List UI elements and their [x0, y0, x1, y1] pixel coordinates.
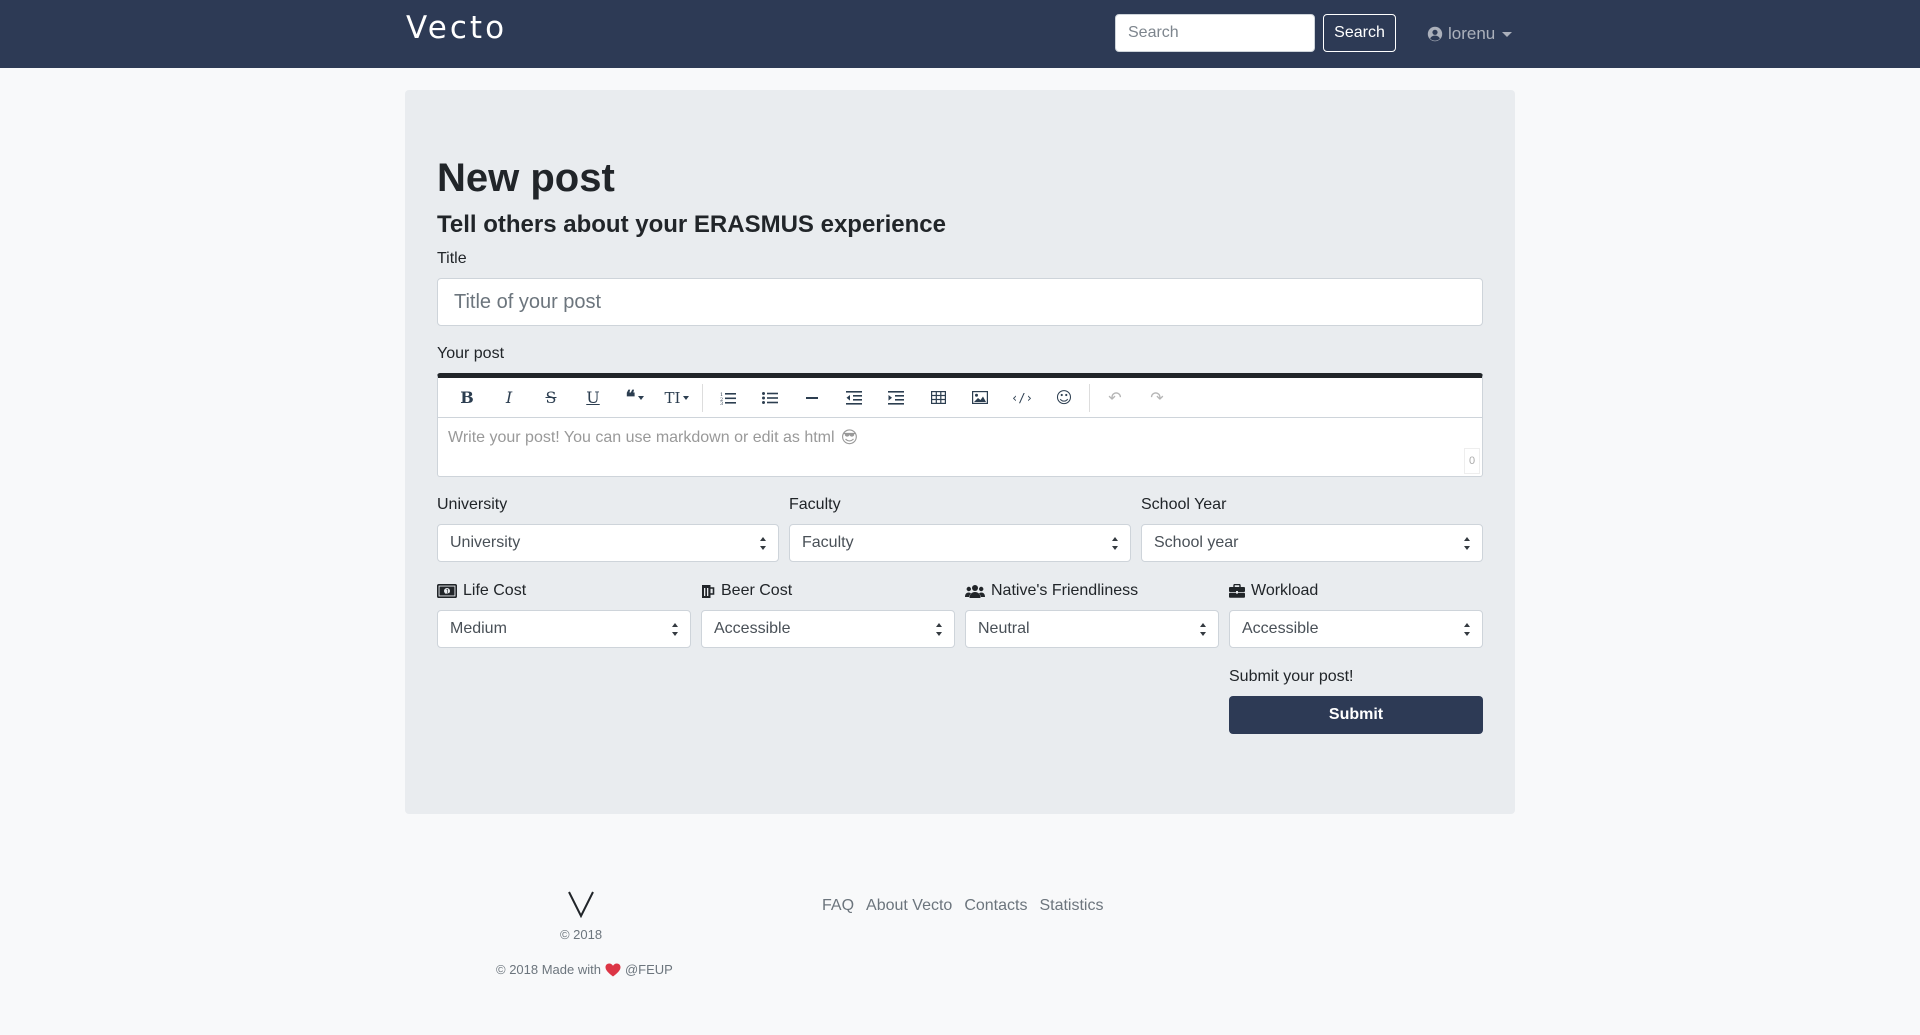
undo-icon[interactable]: ↶	[1094, 382, 1136, 414]
top-navbar: Vecto Search lorenu	[0, 0, 1920, 68]
code-icon[interactable]: ‹/›	[1001, 382, 1043, 414]
horizontal-rule-icon[interactable]	[791, 382, 833, 414]
select-arrows-icon	[1464, 623, 1471, 636]
title-label: Title	[437, 250, 467, 267]
text-size-icon[interactable]: TI	[656, 382, 698, 414]
sunglasses-emoji-icon: 😎	[840, 428, 859, 447]
school-year-select[interactable]: School year	[1141, 524, 1483, 562]
markdown-editor: B I S U ❝ TI 123 ‹/› ☺ ↶ ↷ Write your po…	[437, 373, 1483, 477]
beer-cost-select[interactable]: Accessible	[701, 610, 955, 648]
beer-icon	[702, 584, 715, 598]
briefcase-icon	[1229, 584, 1245, 598]
workload-select[interactable]: Accessible	[1229, 610, 1483, 648]
friendliness-select[interactable]: Neutral	[965, 610, 1219, 648]
underline-icon[interactable]: U	[572, 382, 614, 414]
editor-placeholder[interactable]: Write your post! You can use markdown or…	[448, 428, 858, 448]
post-title-input[interactable]	[437, 278, 1483, 326]
footer-links: FAQ About Vecto Contacts Statistics	[822, 897, 1103, 915]
post-label: Your post	[437, 345, 505, 362]
university-select[interactable]: University	[437, 524, 779, 562]
chevron-down-icon	[1502, 31, 1513, 37]
heart-icon	[605, 963, 621, 976]
emoji-icon[interactable]: ☺	[1043, 382, 1085, 414]
money-bill-icon: 1	[437, 584, 457, 598]
unordered-list-icon[interactable]	[749, 382, 791, 414]
select-arrows-icon	[936, 623, 943, 636]
footer-link-contacts[interactable]: Contacts	[964, 897, 1027, 915]
search-button[interactable]: Search	[1323, 14, 1396, 52]
bold-icon[interactable]: B	[446, 382, 488, 414]
university-label: University	[437, 496, 508, 513]
select-arrows-icon	[1112, 537, 1119, 550]
life-cost-select[interactable]: Medium	[437, 610, 691, 648]
editor-toolbar: B I S U ❝ TI 123 ‹/› ☺ ↶ ↷	[438, 378, 1482, 418]
footer-link-about[interactable]: About Vecto	[866, 897, 952, 915]
char-counter: 0	[1464, 448, 1480, 474]
image-icon[interactable]	[959, 382, 1001, 414]
submit-label: Submit your post!	[1229, 668, 1354, 685]
footer-made-with: © 2018 Made with @FEUP	[496, 962, 673, 977]
search-input[interactable]	[1115, 14, 1315, 52]
friendliness-label: Native's Friendliness	[965, 582, 1138, 600]
users-icon	[965, 585, 985, 598]
select-arrows-icon	[1200, 623, 1207, 636]
italic-icon[interactable]: I	[488, 382, 530, 414]
select-arrows-icon	[1464, 537, 1471, 550]
strikethrough-icon[interactable]: S	[530, 382, 572, 414]
faculty-label: Faculty	[789, 496, 841, 513]
vecto-logo-icon	[568, 891, 594, 918]
select-arrows-icon	[672, 623, 679, 636]
svg-text:3: 3	[720, 401, 723, 405]
quote-icon[interactable]: ❝	[614, 382, 656, 414]
workload-label: Workload	[1229, 582, 1318, 600]
user-name: lorenu	[1448, 24, 1496, 43]
footer-link-faq[interactable]: FAQ	[822, 897, 854, 915]
svg-text:1: 1	[446, 588, 450, 595]
select-arrows-icon	[760, 537, 767, 550]
indent-icon[interactable]	[875, 382, 917, 414]
submit-button[interactable]: Submit	[1229, 696, 1483, 734]
footer-copyright: © 2018	[559, 927, 603, 942]
redo-icon[interactable]: ↷	[1136, 382, 1178, 414]
user-circle-icon	[1427, 26, 1443, 42]
outdent-icon[interactable]	[833, 382, 875, 414]
page-subtitle: Tell others about your ERASMUS experienc…	[437, 211, 947, 238]
footer-link-statistics[interactable]: Statistics	[1039, 897, 1103, 915]
new-post-card: New post Tell others about your ERASMUS …	[405, 90, 1515, 814]
beer-cost-label: Beer Cost	[701, 582, 792, 600]
faculty-select[interactable]: Faculty	[789, 524, 1131, 562]
table-icon[interactable]	[917, 382, 959, 414]
brand-logo[interactable]: Vecto	[406, 10, 507, 46]
page-title: New post	[437, 156, 615, 200]
user-menu-dropdown[interactable]: lorenu	[1427, 22, 1513, 46]
life-cost-label: 1 Life Cost	[437, 582, 526, 600]
school-year-label: School Year	[1141, 496, 1227, 513]
ordered-list-icon[interactable]: 123	[707, 382, 749, 414]
